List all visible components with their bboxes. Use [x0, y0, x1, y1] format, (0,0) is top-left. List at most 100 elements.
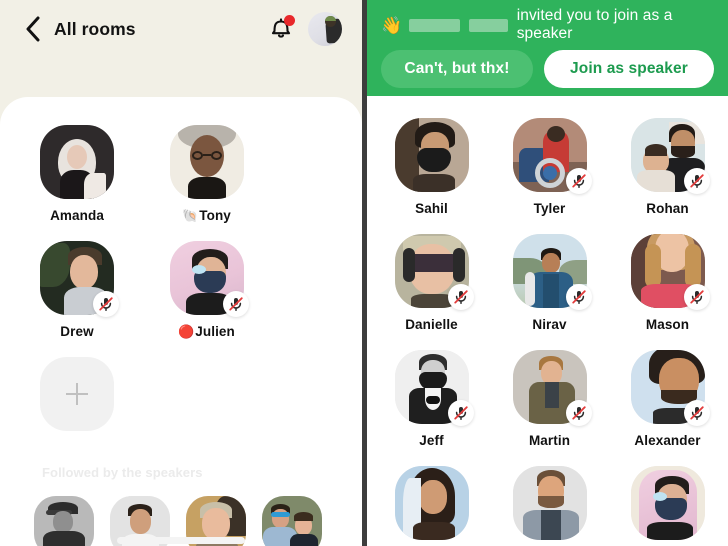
audience-tile[interactable]: Tyler — [496, 118, 603, 216]
speaker-name-row: 🐚 Tony — [182, 208, 231, 223]
avatar — [169, 125, 244, 199]
speaker-name-row: Amanda — [49, 208, 104, 223]
mic-muted-icon — [571, 173, 587, 189]
audience-name-row: Alexander — [634, 433, 700, 448]
followed-section-label: Followed by the speakers — [42, 465, 203, 480]
app-screen: All rooms Amanda 🐚 Tony Drew 🔴 Julien Fo… — [0, 0, 728, 546]
plus-icon — [65, 383, 88, 405]
chevron-left-icon — [25, 16, 41, 42]
redacted-first-name — [409, 18, 461, 32]
followed-tile[interactable]: Nate — [26, 496, 102, 546]
avatar-art-cap — [325, 15, 336, 21]
followed-avatar-wrap[interactable] — [262, 496, 322, 546]
speaker-avatar-wrap[interactable] — [39, 241, 119, 317]
audience-avatar-wrap[interactable] — [512, 466, 587, 540]
audience-avatar-wrap[interactable] — [512, 234, 592, 310]
join-as-speaker-button[interactable]: Join as speaker — [543, 50, 714, 88]
followed-avatar-wrap[interactable] — [34, 496, 94, 546]
invite-message-text: invited you to join as a speaker — [516, 7, 673, 42]
audience-tile[interactable]: Sahil — [378, 118, 485, 216]
waving-hand-icon: 👋 — [381, 15, 403, 35]
mic-muted-icon — [689, 289, 705, 305]
audience-tile[interactable]: Nirav — [496, 234, 603, 332]
left-panel-room-view: All rooms Amanda 🐚 Tony Drew 🔴 Julien Fo… — [0, 0, 362, 546]
audience-avatar-wrap[interactable] — [394, 350, 474, 426]
avatar — [39, 125, 114, 199]
audience-name-row: Tyler — [534, 201, 566, 216]
audience-tile[interactable]: Martin — [496, 350, 603, 448]
audience-tile[interactable]: Jeff — [378, 350, 485, 448]
avatar — [630, 466, 705, 540]
speaker-name: Amanda — [50, 208, 104, 223]
right-panel-room-view: 👋 invited you to join as a speaker Can't… — [367, 0, 728, 546]
redacted-last-name — [469, 18, 508, 32]
audience-avatar-wrap[interactable] — [630, 118, 710, 194]
add-person-button[interactable] — [39, 357, 114, 431]
followed-tile[interactable]: Mike — [254, 496, 330, 546]
speaker-avatar-wrap[interactable] — [39, 125, 114, 199]
back-button[interactable] — [18, 12, 48, 46]
mic-muted-badge — [447, 400, 474, 426]
audience-name: Tyler — [533, 201, 566, 216]
audience-name-row: Danielle — [405, 317, 458, 332]
top-navigation-bar: All rooms — [0, 0, 362, 97]
audience-tile[interactable]: Mason — [614, 234, 721, 332]
add-speaker-tile[interactable] — [23, 357, 130, 431]
decline-invite-button[interactable]: Can't, but thx! — [381, 50, 533, 88]
speaker-tile[interactable]: 🔴 Julien — [153, 241, 260, 339]
speaker-name: Tony — [199, 208, 231, 223]
audience-name: Sahil — [415, 201, 448, 216]
audience-name-row: Nirav — [532, 317, 566, 332]
audience-name: Martin — [528, 433, 571, 448]
audience-name: Mason — [645, 317, 690, 332]
invite-actions: Can't, but thx! Join as speaker — [381, 50, 714, 88]
speaker-tile[interactable]: Amanda — [23, 125, 130, 223]
avatar — [512, 466, 587, 540]
avatar — [262, 496, 322, 546]
mic-muted-badge — [92, 291, 119, 317]
audience-name-row: Mason — [646, 317, 689, 332]
speaker-emoji-badge: 🐚 — [182, 208, 199, 223]
mic-muted-badge — [683, 168, 710, 194]
my-profile-avatar[interactable] — [308, 12, 342, 46]
mic-muted-badge — [683, 400, 710, 426]
audience-avatar-wrap[interactable] — [630, 350, 710, 426]
audience-avatar-wrap[interactable] — [630, 234, 710, 310]
audience-name-row: Jeff — [419, 433, 443, 448]
avatar — [394, 118, 469, 192]
mic-muted-icon — [453, 289, 469, 305]
mic-muted-badge — [222, 291, 249, 317]
audience-tile[interactable]: Rohan — [614, 118, 721, 216]
mic-muted-badge — [565, 284, 592, 310]
audience-tile[interactable]: Alexander — [614, 350, 721, 448]
audience-avatar-wrap[interactable] — [394, 234, 474, 310]
audience-avatar-wrap[interactable] — [630, 466, 705, 540]
speaker-tile[interactable]: Drew — [23, 241, 130, 339]
audience-name: Nirav — [532, 317, 567, 332]
home-indicator — [117, 537, 245, 544]
audience-name-row: Martin — [529, 433, 570, 448]
audience-avatar-wrap[interactable] — [394, 466, 469, 540]
mic-muted-icon — [689, 173, 705, 189]
audience-tile[interactable] — [378, 466, 485, 546]
audience-name-row: Rohan — [646, 201, 689, 216]
avatar — [34, 496, 94, 546]
audience-avatar-wrap[interactable] — [512, 118, 592, 194]
audience-avatar-wrap[interactable] — [394, 118, 469, 192]
speaker-tile[interactable]: 🐚 Tony — [153, 125, 260, 223]
mic-muted-icon — [571, 405, 587, 421]
speaker-name: Drew — [60, 324, 94, 339]
audience-tile[interactable] — [496, 466, 603, 546]
speaker-emoji-badge: 🔴 — [178, 324, 195, 339]
mic-muted-icon — [453, 405, 469, 421]
audience-avatar-wrap[interactable] — [512, 350, 592, 426]
audience-name: Jeff — [419, 433, 444, 448]
audience-tile[interactable] — [614, 466, 721, 546]
speaker-avatar-wrap[interactable] — [169, 125, 244, 199]
speaker-avatar-wrap[interactable] — [169, 241, 249, 317]
notifications-button[interactable] — [266, 12, 296, 46]
audience-tile[interactable]: Danielle — [378, 234, 485, 332]
mic-muted-badge — [447, 284, 474, 310]
mic-muted-icon — [228, 296, 244, 312]
mic-muted-icon — [98, 296, 114, 312]
